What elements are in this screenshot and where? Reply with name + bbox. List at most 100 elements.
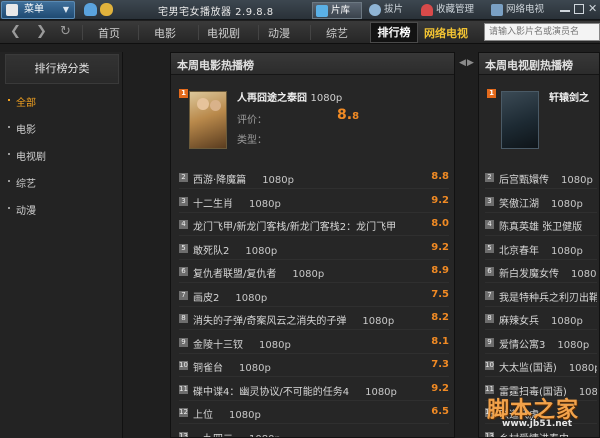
movie-list-item[interactable]: 7 画皮2 1080p 7.5 xyxy=(179,288,449,304)
sidebar-item-tv-series[interactable]: 电视剧 xyxy=(8,148,46,163)
sidebar-item-anime[interactable]: 动漫 xyxy=(8,202,36,217)
tv-list-item[interactable]: 10 大太监(国语) 1080p xyxy=(485,359,597,373)
tv-name: 麻辣女兵 xyxy=(499,316,539,326)
movie-name: 消失的子弹/奇案风云之消失的子弹 xyxy=(193,316,347,327)
movie-poster[interactable] xyxy=(189,91,227,149)
tv-list-item-title: 陈真英雄 张卫健版 xyxy=(499,218,594,232)
movie-name: 西游·降魔篇 xyxy=(193,175,247,186)
nav-divider xyxy=(138,25,139,40)
movie-list-item[interactable]: 3 十二生肖 1080p 9.2 xyxy=(179,194,449,210)
movie-score: 8.9 xyxy=(431,265,449,276)
featured-movie-title[interactable]: 人再囧途之泰囧 1080p xyxy=(237,89,342,104)
tab-favorites[interactable]: 收藏管理 xyxy=(418,2,482,19)
nav-home[interactable]: 首页 xyxy=(98,25,120,41)
movie-quality: 1080p xyxy=(365,386,397,398)
cloud-icon[interactable] xyxy=(84,3,97,16)
close-icon[interactable]: ✕ xyxy=(588,3,598,14)
back-icon[interactable]: ❮ xyxy=(10,24,21,39)
rank-badge: 1 xyxy=(487,89,496,98)
movie-list-item[interactable]: 13 一九四二 1080p xyxy=(179,430,449,437)
rank-badge: 6 xyxy=(485,267,494,276)
nav-movies[interactable]: 电影 xyxy=(154,25,176,41)
nav-network-tv[interactable]: 网络电视 xyxy=(424,25,468,41)
refresh-icon[interactable]: ↻ xyxy=(60,24,71,39)
forward-icon[interactable]: ❯ xyxy=(36,24,47,39)
ranking-category-sidebar: 排行榜分类 全部 电影 电视剧 综艺 动漫 xyxy=(0,52,123,438)
nav-tv-series[interactable]: 电视剧 xyxy=(207,25,240,41)
tv-panel-title: 本周电视剧热播榜 xyxy=(479,53,599,75)
tab-library[interactable]: 片库 xyxy=(312,2,362,19)
movie-name: 龙门飞甲/新龙门客栈/新龙门客栈2：龙门飞甲 xyxy=(193,222,397,233)
rank-badge: 13 xyxy=(485,431,494,437)
rank-badge: 1 xyxy=(179,89,188,98)
rank-badge: 5 xyxy=(179,243,188,253)
tv-ranking-panel: 本周电视剧热播榜 1 轩辕剑之 2 后宫甄嬛传 1080p 3 笑傲江湖 1080p 4 陈真… xyxy=(478,52,600,438)
movie-list-item[interactable]: 2 西游·降魔篇 1080p 8.8 xyxy=(179,171,449,186)
movie-panel-title: 本周电影热播榜 xyxy=(171,53,454,75)
scroll-right-icon[interactable]: ▶ xyxy=(467,58,474,68)
tv-list-item[interactable]: 7 我是特种兵之利刃出鞘 xyxy=(485,289,597,303)
tab-snapshot[interactable]: 拔片 xyxy=(366,2,414,19)
tv-list-item[interactable]: 4 陈真英雄 张卫健版 xyxy=(485,218,597,232)
movie-list-item[interactable]: 11 碟中谍4：幽灵协议/不可能的任务4 1080p 9.2 xyxy=(179,383,449,398)
sidebar-item-all[interactable]: 全部 xyxy=(8,94,36,109)
rank-badge: 8 xyxy=(179,314,188,323)
movie-list-item[interactable]: 5 敢死队2 1080p 9.2 xyxy=(179,242,449,257)
tv-list-item[interactable]: 2 后宫甄嬛传 1080p xyxy=(485,171,597,185)
nav-variety[interactable]: 综艺 xyxy=(326,25,348,41)
tv-quality: 1080p xyxy=(568,363,597,373)
tv-list-item-title: 乡村爱情进春中 xyxy=(499,430,581,438)
movie-list-item[interactable]: 6 复仇者联盟/复仇者 1080p 8.9 xyxy=(179,265,449,280)
movie-score: 9.2 xyxy=(431,194,449,206)
tv-list-item[interactable]: 8 麻辣女兵 1080p xyxy=(485,312,597,326)
movie-list-item[interactable]: 4 龙门飞甲/新龙门客栈/新龙门客栈2：龙门飞甲 8.0 xyxy=(179,218,449,233)
maximize-icon[interactable] xyxy=(574,4,584,14)
movie-list-item-title: 西游·降魔篇 1080p xyxy=(193,171,294,186)
movie-score: 7.5 xyxy=(431,288,449,300)
sidebar-item-variety[interactable]: 综艺 xyxy=(8,175,36,190)
tv-list-item[interactable]: 13 乡村爱情进春中 xyxy=(485,430,597,438)
movie-quality: 1080p xyxy=(229,410,261,421)
rank-badge: 2 xyxy=(179,173,188,182)
tv-quality: 1080p xyxy=(551,316,583,326)
nav-anime[interactable]: 动漫 xyxy=(268,25,290,41)
main-menu-button[interactable]: 菜单 ▼ xyxy=(1,1,75,19)
tv-list-item-title: 麻辣女兵 1080p xyxy=(499,312,583,326)
users-icon[interactable] xyxy=(100,3,113,16)
movie-quality: 1080p xyxy=(362,316,395,327)
sidebar-item-movies[interactable]: 电影 xyxy=(8,121,36,136)
movie-score: 7.3 xyxy=(431,359,449,370)
nav-rankings[interactable]: 排行榜 xyxy=(370,22,418,43)
search-input[interactable] xyxy=(484,23,600,41)
rank-badge: 7 xyxy=(485,290,494,300)
tab-library-label: 片库 xyxy=(331,5,351,16)
row-divider xyxy=(485,282,597,283)
chevron-down-icon: ▼ xyxy=(62,5,69,14)
rank-badge: 5 xyxy=(485,243,494,253)
tab-network-tv[interactable]: 网络电视 xyxy=(488,2,554,19)
tv-name: 爱情公寓3 xyxy=(499,339,546,350)
tv-quality: 1080p xyxy=(578,386,597,397)
tv-name: 大太监(国语) xyxy=(499,363,557,373)
tv-list-item[interactable]: 5 北京春年 1080p xyxy=(485,242,597,256)
movie-list-item-title: 碟中谍4：幽灵协议/不可能的任务4 1080p xyxy=(193,383,397,398)
movie-list-item[interactable]: 8 消失的子弹/奇案风云之消失的子弹 1080p 8.2 xyxy=(179,312,449,327)
movie-list-item[interactable]: 12 上位 1080p 6.5 xyxy=(179,406,449,421)
tv-poster[interactable] xyxy=(501,91,539,149)
rank-badge: 6 xyxy=(179,267,188,276)
nav-bar: ❮ ❯ ↻ 首页 电影 电视剧 动漫 综艺 排行榜 网络电视 xyxy=(0,21,600,44)
movie-score: 8.1 xyxy=(431,335,449,347)
tv-list-item[interactable]: 9 爱情公寓3 1080p xyxy=(485,336,597,350)
minimize-icon[interactable] xyxy=(560,4,570,12)
movie-list-item[interactable]: 10 铜雀台 1080p 7.3 xyxy=(179,359,449,374)
tv-list-item-title: 新白发魔女传 1080p xyxy=(499,265,597,279)
tv-name: 新白发魔女传 xyxy=(499,269,559,279)
tv-list-item[interactable]: 6 新白发魔女传 1080p xyxy=(485,265,597,279)
movie-quality: 1080p xyxy=(262,175,294,186)
rank-badge: 12 xyxy=(179,408,188,417)
scroll-left-icon[interactable]: ◀ xyxy=(459,58,466,68)
tv-list-item[interactable]: 3 笑傲江湖 1080p xyxy=(485,195,597,209)
movie-name: 金陵十三钗 xyxy=(193,339,243,351)
movie-list-item[interactable]: 9 金陵十三钗 1080p 8.1 xyxy=(179,335,449,351)
featured-tv-title[interactable]: 轩辕剑之 xyxy=(549,89,589,104)
